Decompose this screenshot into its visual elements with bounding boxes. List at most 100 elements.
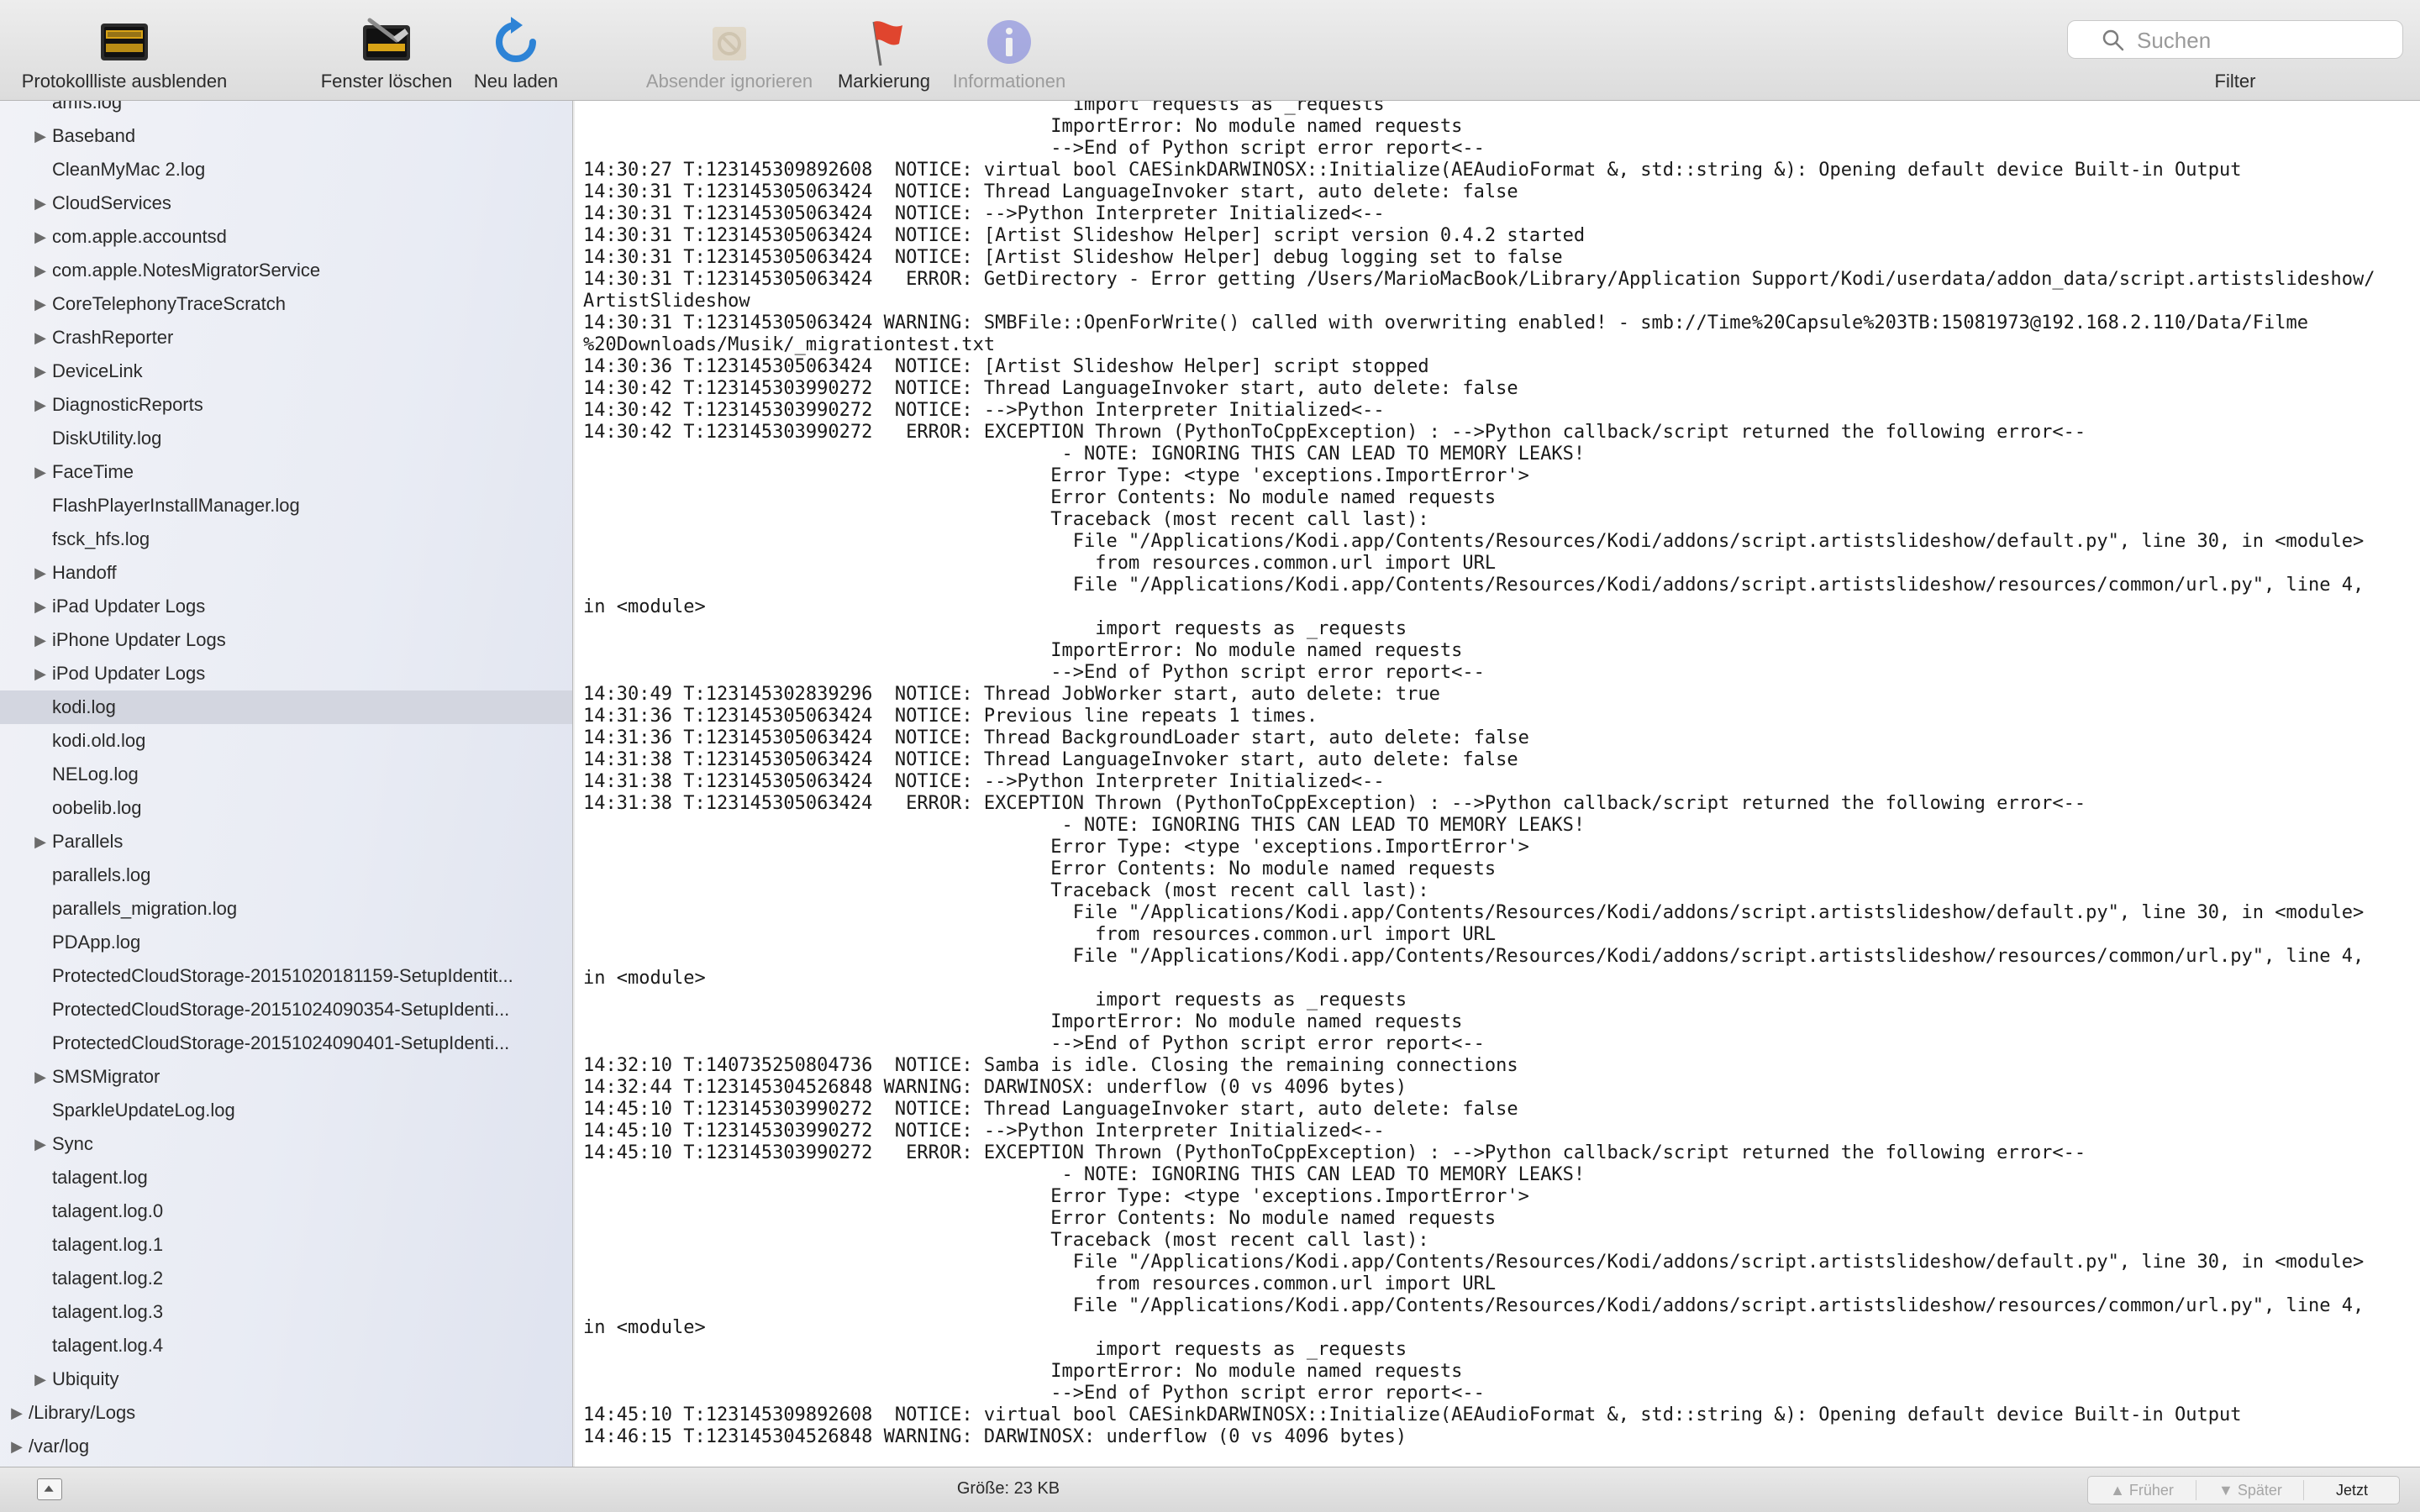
console-icon [101, 24, 148, 60]
sidebar-folder[interactable]: ▶/var/log [0, 1430, 572, 1463]
disclosure-triangle-icon[interactable]: ▶ [32, 1362, 49, 1396]
sidebar-folder[interactable]: ▶ CoreTelephonyTraceScratch [0, 287, 572, 321]
sidebar-folder[interactable]: ▶ Handoff [0, 556, 572, 590]
sidebar-folder[interactable]: ▶ Baseband [0, 119, 572, 153]
sidebar-item-label: Sync [52, 1133, 93, 1154]
search-input[interactable] [2135, 26, 2391, 55]
sidebar-folder[interactable]: ▶ CloudServices [0, 186, 572, 220]
toggle-info-button[interactable] [37, 1478, 62, 1500]
disclosure-triangle-icon[interactable]: ▶ [32, 590, 49, 623]
log-line: Traceback (most recent call last): [583, 509, 1429, 530]
status-bar: Größe: 23 KB ▲ Früher ▼ Später Jetzt [0, 1467, 2420, 1512]
sidebar-log-file[interactable]: NELog.log [0, 758, 572, 791]
log-line: in <module> [583, 968, 706, 989]
disclosure-triangle-icon[interactable]: ▶ [32, 287, 49, 321]
log-line: 14:30:31 T:123145305063424 NOTICE: [Arti… [583, 247, 1563, 268]
sidebar-item-label: Parallels [52, 831, 124, 852]
sidebar-folder[interactable]: ▶ Parallels [0, 825, 572, 858]
sidebar-folder[interactable]: ▶ Sync [0, 1127, 572, 1161]
log-line: 14:45:10 T:123145303990272 ERROR: EXCEPT… [583, 1142, 2086, 1163]
log-line: 14:31:38 T:123145305063424 NOTICE: Threa… [583, 749, 1518, 770]
file-size-label: Größe: 23 KB [956, 1479, 1060, 1498]
sidebar-log-file[interactable]: amfs.log [0, 101, 572, 119]
clear-window-button[interactable]: Fenster löschen [313, 12, 460, 96]
reload-button[interactable]: Neu laden [467, 12, 565, 96]
ignore-sender-button[interactable]: Absender ignorieren [639, 12, 820, 96]
sidebar-folder[interactable]: ▶ FaceTime [0, 455, 572, 489]
log-line: Error Contents: No module named requests [583, 487, 1497, 508]
sidebar-log-file[interactable]: ProtectedCloudStorage-20151020181159-Set… [0, 959, 572, 993]
sidebar-log-file[interactable]: talagent.log.0 [0, 1194, 572, 1228]
sidebar-log-file[interactable]: kodi.old.log [0, 724, 572, 758]
sidebar-log-file[interactable]: PDApp.log [0, 926, 572, 959]
sidebar-item-label: DiskUtility.log [52, 428, 162, 449]
disclosure-triangle-icon[interactable]: ▶ [32, 119, 49, 153]
sidebar-item-label: CoreTelephonyTraceScratch [52, 293, 286, 314]
disclosure-triangle-icon[interactable]: ▶ [32, 455, 49, 489]
sidebar-log-file[interactable]: talagent.log [0, 1161, 572, 1194]
mark-button[interactable]: Markierung [832, 12, 936, 96]
sidebar-folder[interactable]: ▶ iPod Updater Logs [0, 657, 572, 690]
disclosure-triangle-icon[interactable]: ▶ [32, 556, 49, 590]
sidebar-log-file[interactable]: parallels_migration.log [0, 892, 572, 926]
disclosure-triangle-icon[interactable]: ▶ [32, 825, 49, 858]
log-line: Traceback (most recent call last): [583, 880, 1429, 901]
sidebar-log-file[interactable]: talagent.log.4 [0, 1329, 572, 1362]
sidebar-log-file[interactable]: FlashPlayerInstallManager.log [0, 489, 572, 522]
sidebar-folder[interactable]: ▶ iPad Updater Logs [0, 590, 572, 623]
log-line: 14:30:42 T:123145303990272 ERROR: EXCEPT… [583, 422, 2086, 443]
disclosure-triangle-icon[interactable]: ▶ [32, 657, 49, 690]
sidebar-log-file[interactable]: ProtectedCloudStorage-20151024090401-Set… [0, 1026, 572, 1060]
disclosure-triangle-icon[interactable]: ▶ [8, 1430, 25, 1463]
now-button[interactable]: Jetzt [2305, 1477, 2399, 1504]
log-line: import requests as _requests [583, 1339, 1407, 1360]
log-line: 14:30:31 T:123145305063424 NOTICE: -->Py… [583, 203, 1385, 224]
log-line: Error Type: <type 'exceptions.ImportErro… [583, 1186, 1529, 1207]
hide-log-list-button[interactable]: Protokollliste ausblenden [8, 12, 240, 96]
disclosure-triangle-icon[interactable]: ▶ [32, 321, 49, 354]
log-line: 14:32:44 T:123145304526848 WARNING: DARW… [583, 1077, 1407, 1098]
disclosure-triangle-icon[interactable]: ▶ [32, 354, 49, 388]
sidebar-folder[interactable]: ▶ SMSMigrator [0, 1060, 572, 1094]
earlier-button[interactable]: ▲ Früher [2088, 1477, 2196, 1504]
sidebar-log-file[interactable]: oobelib.log [0, 791, 572, 825]
sidebar-log-file[interactable]: talagent.log.3 [0, 1295, 572, 1329]
sidebar-log-file[interactable]: parallels.log [0, 858, 572, 892]
sidebar-item-label: parallels.log [52, 864, 151, 885]
log-line: 14:30:36 T:123145305063424 NOTICE: [Arti… [583, 356, 1429, 377]
sidebar-log-file[interactable]: talagent.log.2 [0, 1262, 572, 1295]
log-line: 14:30:31 T:123145305063424 NOTICE: Threa… [583, 181, 1518, 202]
sidebar-folder[interactable]: ▶ DiagnosticReports [0, 388, 572, 422]
search-field[interactable] [2067, 20, 2403, 59]
disclosure-triangle-icon[interactable]: ▶ [32, 1060, 49, 1094]
sidebar-log-file[interactable]: DiskUtility.log [0, 422, 572, 455]
disclosure-triangle-icon[interactable]: ▶ [32, 186, 49, 220]
disclosure-triangle-icon[interactable]: ▶ [32, 220, 49, 254]
disclosure-triangle-icon[interactable]: ▶ [32, 254, 49, 287]
sidebar-folder[interactable]: ▶ iPhone Updater Logs [0, 623, 572, 657]
sidebar-log-file[interactable]: SparkleUpdateLog.log [0, 1094, 572, 1127]
sidebar-log-file[interactable]: CleanMyMac 2.log [0, 153, 572, 186]
sidebar-item-label: talagent.log.2 [52, 1268, 164, 1289]
sidebar-folder[interactable]: ▶ CrashReporter [0, 321, 572, 354]
sidebar-log-file[interactable]: kodi.log [0, 690, 572, 724]
sidebar-folder[interactable]: ▶ com.apple.accountsd [0, 220, 572, 254]
sidebar-log-file[interactable]: fsck_hfs.log [0, 522, 572, 556]
disclosure-triangle-icon[interactable]: ▶ [32, 623, 49, 657]
log-list-sidebar[interactable]: amfs.log ▶ Baseband CleanMyMac 2.log ▶ CloudS… [0, 101, 573, 1467]
eject-triangle-icon [44, 1485, 54, 1492]
disclosure-triangle-icon[interactable]: ▶ [32, 1127, 49, 1161]
sidebar-folder[interactable]: ▶ com.apple.NotesMigratorService [0, 254, 572, 287]
sidebar-folder[interactable]: ▶ DeviceLink [0, 354, 572, 388]
log-line: from resources.common.url import URL [583, 924, 1497, 945]
sidebar-folder[interactable]: ▶ Ubiquity [0, 1362, 572, 1396]
later-button[interactable]: ▼ Später [2197, 1477, 2303, 1504]
sidebar-folder[interactable]: ▶/Library/Logs [0, 1396, 572, 1430]
disclosure-triangle-icon[interactable]: ▶ [8, 1396, 25, 1430]
log-content-view[interactable]: import requests as _requests ImportError… [575, 101, 2420, 1467]
info-button[interactable]: Informationen [946, 12, 1072, 96]
disclosure-triangle-icon[interactable]: ▶ [32, 388, 49, 422]
sidebar-log-file[interactable]: ProtectedCloudStorage-20151024090354-Set… [0, 993, 572, 1026]
sidebar-log-file[interactable]: talagent.log.1 [0, 1228, 572, 1262]
sidebar-item-label: CleanMyMac 2.log [52, 159, 206, 180]
